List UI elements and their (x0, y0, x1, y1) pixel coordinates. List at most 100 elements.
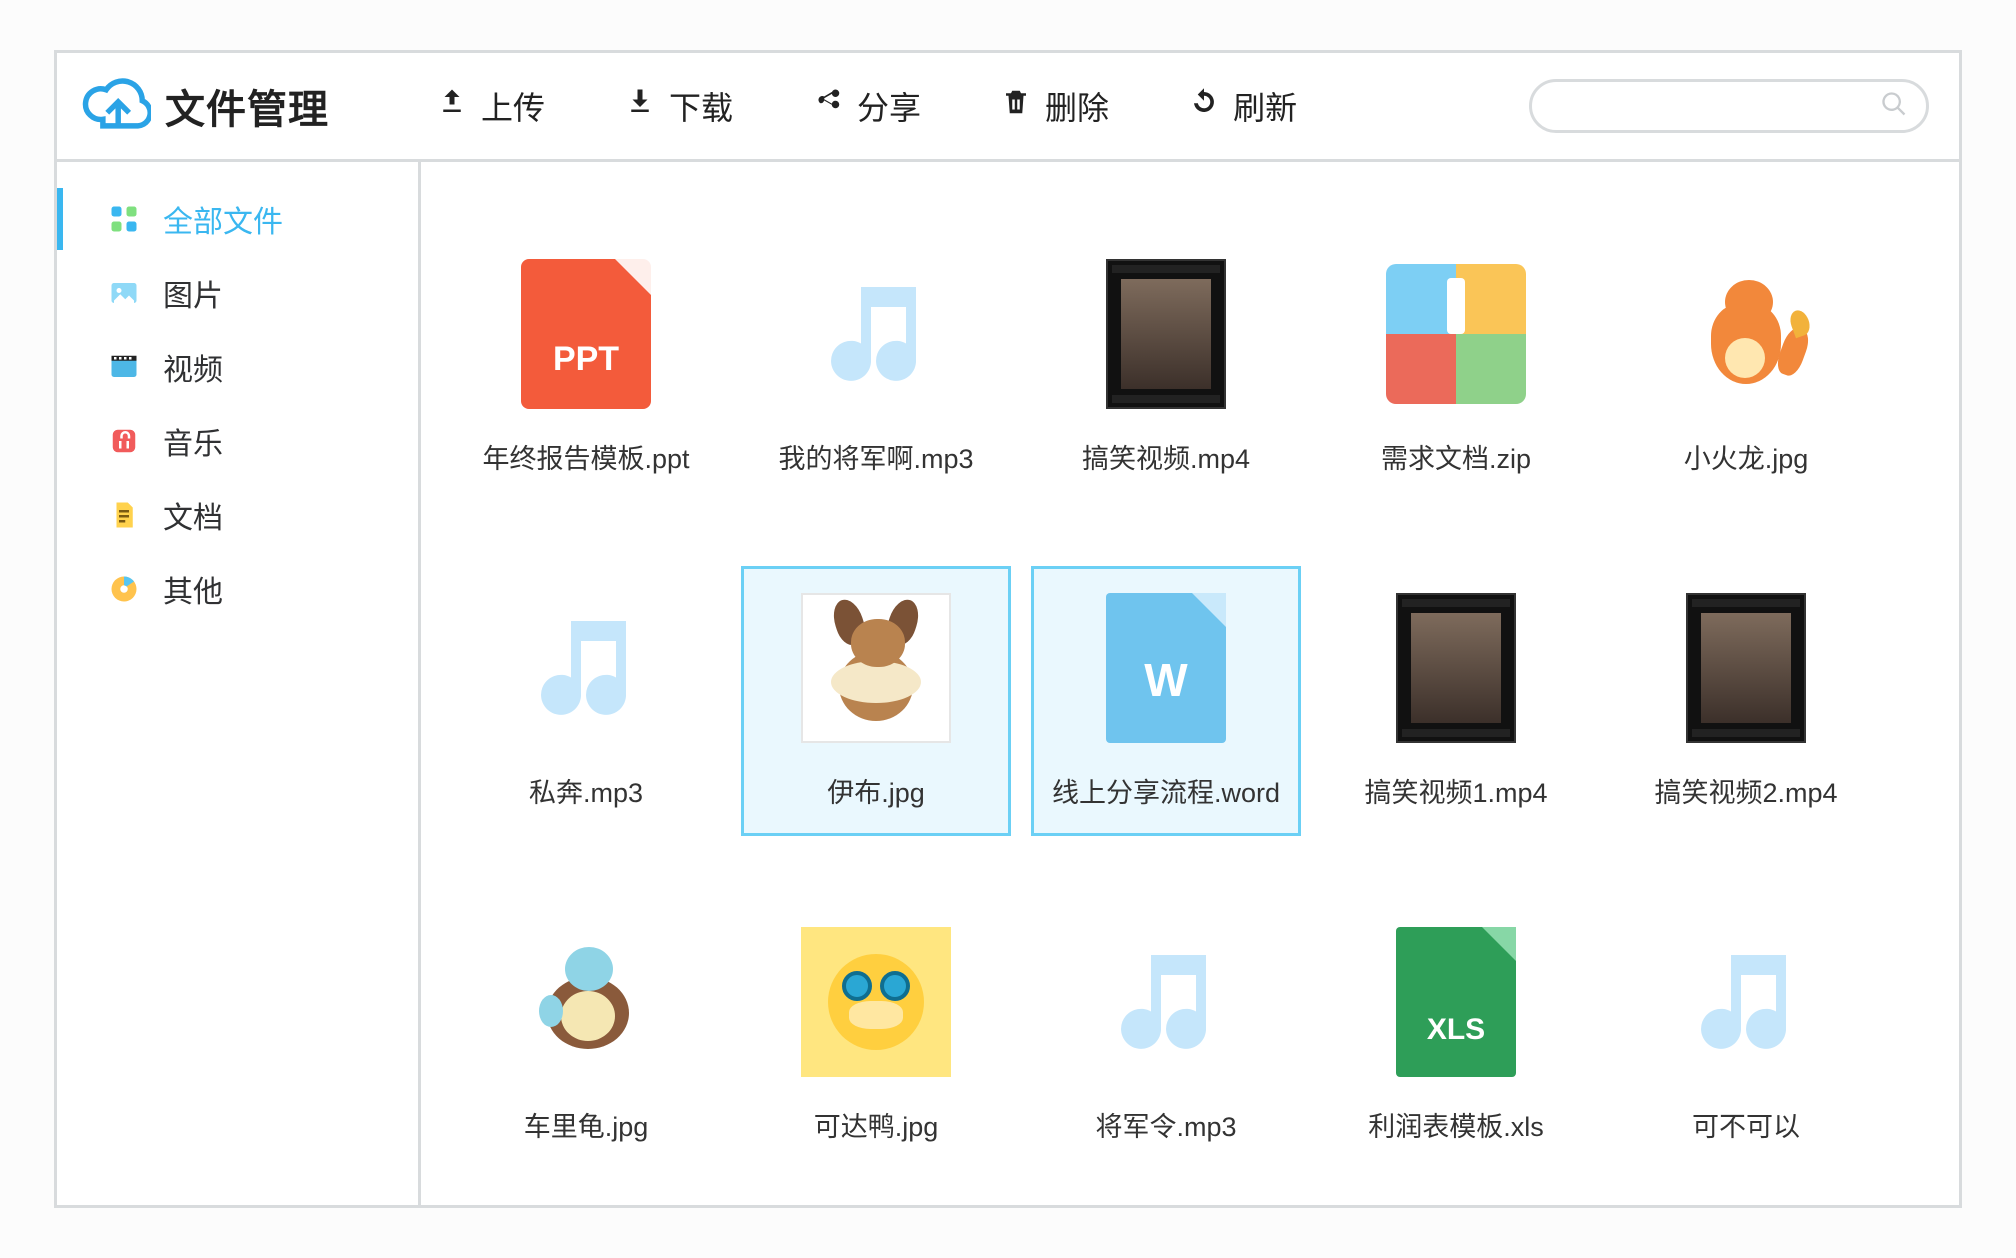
file-name: 可不可以 (1621, 1105, 1871, 1144)
file-name: 利润表模板.xls (1331, 1105, 1581, 1144)
audio-icon (1106, 940, 1226, 1065)
file-thumbnail (1671, 259, 1821, 409)
disc-icon (107, 572, 141, 606)
file-name: 小火龙.jpg (1621, 437, 1871, 476)
sidebar-item-label: 其他 (163, 567, 223, 611)
delete-button[interactable]: 删除 (1001, 83, 1109, 129)
video-thumbnail (1106, 259, 1226, 409)
ppt-badge: PPT (521, 340, 651, 379)
sidebar-item-label: 音乐 (163, 419, 223, 463)
image-thumbnail (521, 937, 651, 1067)
file-thumbnail: PPT (511, 259, 661, 409)
sidebar-item-other[interactable]: 其他 (57, 552, 418, 626)
audio-icon (1686, 940, 1806, 1065)
file-name: 线上分享流程.word (1041, 771, 1291, 810)
file-name: 私奔.mp3 (461, 771, 711, 810)
file-thumbnail (801, 927, 951, 1077)
sidebar: 全部文件 图片 视频 音乐 文档 其他 (57, 159, 421, 1205)
image-thumbnail (801, 593, 951, 743)
file-item[interactable]: 搞笑视频1.mp4 (1321, 566, 1591, 836)
file-name: 需求文档.zip (1331, 437, 1581, 476)
cloud-logo-icon (81, 74, 151, 139)
xls-badge: XLS (1396, 1013, 1516, 1047)
file-thumbnail (1381, 259, 1531, 409)
search-box[interactable] (1529, 79, 1929, 133)
download-icon (625, 87, 655, 125)
file-item[interactable]: 小火龙.jpg (1611, 232, 1881, 502)
sidebar-item-label: 视频 (163, 345, 223, 389)
app-window: 文件管理 上传 下载 分享 删除 刷新 (54, 50, 1962, 1208)
zip-icon (1386, 264, 1526, 404)
file-item[interactable]: 需求文档.zip (1321, 232, 1591, 502)
audio-icon (816, 272, 936, 397)
download-label: 下载 (669, 83, 733, 129)
file-thumbnail (1671, 593, 1821, 743)
audio-icon (526, 606, 646, 731)
file-name: 搞笑视频.mp4 (1041, 437, 1291, 476)
file-name: 搞笑视频1.mp4 (1331, 771, 1581, 810)
toolbar: 上传 下载 分享 删除 刷新 (437, 83, 1297, 129)
file-thumbnail (1091, 927, 1241, 1077)
sidebar-item-video[interactable]: 视频 (57, 330, 418, 404)
word-badge: W (1106, 653, 1226, 707)
image-icon (107, 276, 141, 310)
file-name: 可达鸭.jpg (751, 1105, 1001, 1144)
sidebar-item-music[interactable]: 音乐 (57, 404, 418, 478)
file-thumbnail (801, 259, 951, 409)
upload-icon (437, 87, 467, 125)
file-item[interactable]: 可达鸭.jpg (741, 900, 1011, 1170)
share-icon (813, 87, 843, 125)
file-thumbnail (801, 593, 951, 743)
download-button[interactable]: 下载 (625, 83, 733, 129)
search-input[interactable] (1550, 92, 1880, 120)
file-item[interactable]: 搞笑视频.mp4 (1031, 232, 1301, 502)
file-name: 搞笑视频2.mp4 (1621, 771, 1871, 810)
sidebar-item-label: 图片 (163, 271, 223, 315)
sidebar-item-label: 全部文件 (163, 197, 283, 241)
video-icon (107, 350, 141, 384)
video-thumbnail (1396, 593, 1516, 743)
refresh-label: 刷新 (1233, 83, 1297, 129)
share-label: 分享 (857, 83, 921, 129)
refresh-icon (1189, 87, 1219, 125)
video-thumbnail (1686, 593, 1806, 743)
music-icon (107, 424, 141, 458)
app-title: 文件管理 (165, 77, 329, 135)
search-icon (1880, 90, 1908, 123)
file-grid-area: PPT 年终报告模板.ppt 我的将军啊.mp3 搞笑视频.mp4 需求文档.z… (421, 159, 1959, 1205)
upload-label: 上传 (481, 83, 545, 129)
file-item[interactable]: 车里龟.jpg (451, 900, 721, 1170)
file-thumbnail (511, 593, 661, 743)
image-thumbnail (1691, 274, 1801, 394)
file-thumbnail: W (1091, 593, 1241, 743)
file-item[interactable]: 可不可以 (1611, 900, 1881, 1170)
trash-icon (1001, 87, 1031, 125)
file-name: 伊布.jpg (751, 771, 1001, 810)
file-thumbnail (1091, 259, 1241, 409)
file-item[interactable]: W 线上分享流程.word (1031, 566, 1301, 836)
body: 全部文件 图片 视频 音乐 文档 其他 P (57, 159, 1959, 1205)
refresh-button[interactable]: 刷新 (1189, 83, 1297, 129)
file-name: 我的将军啊.mp3 (751, 437, 1001, 476)
sidebar-item-all[interactable]: 全部文件 (57, 182, 418, 256)
file-thumbnail: XLS (1381, 927, 1531, 1077)
file-item[interactable]: 搞笑视频2.mp4 (1611, 566, 1881, 836)
upload-button[interactable]: 上传 (437, 83, 545, 129)
file-grid: PPT 年终报告模板.ppt 我的将军啊.mp3 搞笑视频.mp4 需求文档.z… (451, 232, 1929, 1170)
header: 文件管理 上传 下载 分享 删除 刷新 (57, 53, 1959, 159)
file-item[interactable]: 将军令.mp3 (1031, 900, 1301, 1170)
sidebar-item-doc[interactable]: 文档 (57, 478, 418, 552)
share-button[interactable]: 分享 (813, 83, 921, 129)
file-name: 车里龟.jpg (461, 1105, 711, 1144)
file-item[interactable]: XLS 利润表模板.xls (1321, 900, 1591, 1170)
file-item[interactable]: 私奔.mp3 (451, 566, 721, 836)
file-thumbnail (511, 927, 661, 1077)
grid-icon (107, 202, 141, 236)
sidebar-item-label: 文档 (163, 493, 223, 537)
file-thumbnail (1381, 593, 1531, 743)
app-logo: 文件管理 (81, 74, 329, 139)
file-item[interactable]: 我的将军啊.mp3 (741, 232, 1011, 502)
sidebar-item-image[interactable]: 图片 (57, 256, 418, 330)
file-item[interactable]: PPT 年终报告模板.ppt (451, 232, 721, 502)
file-item[interactable]: 伊布.jpg (741, 566, 1011, 836)
